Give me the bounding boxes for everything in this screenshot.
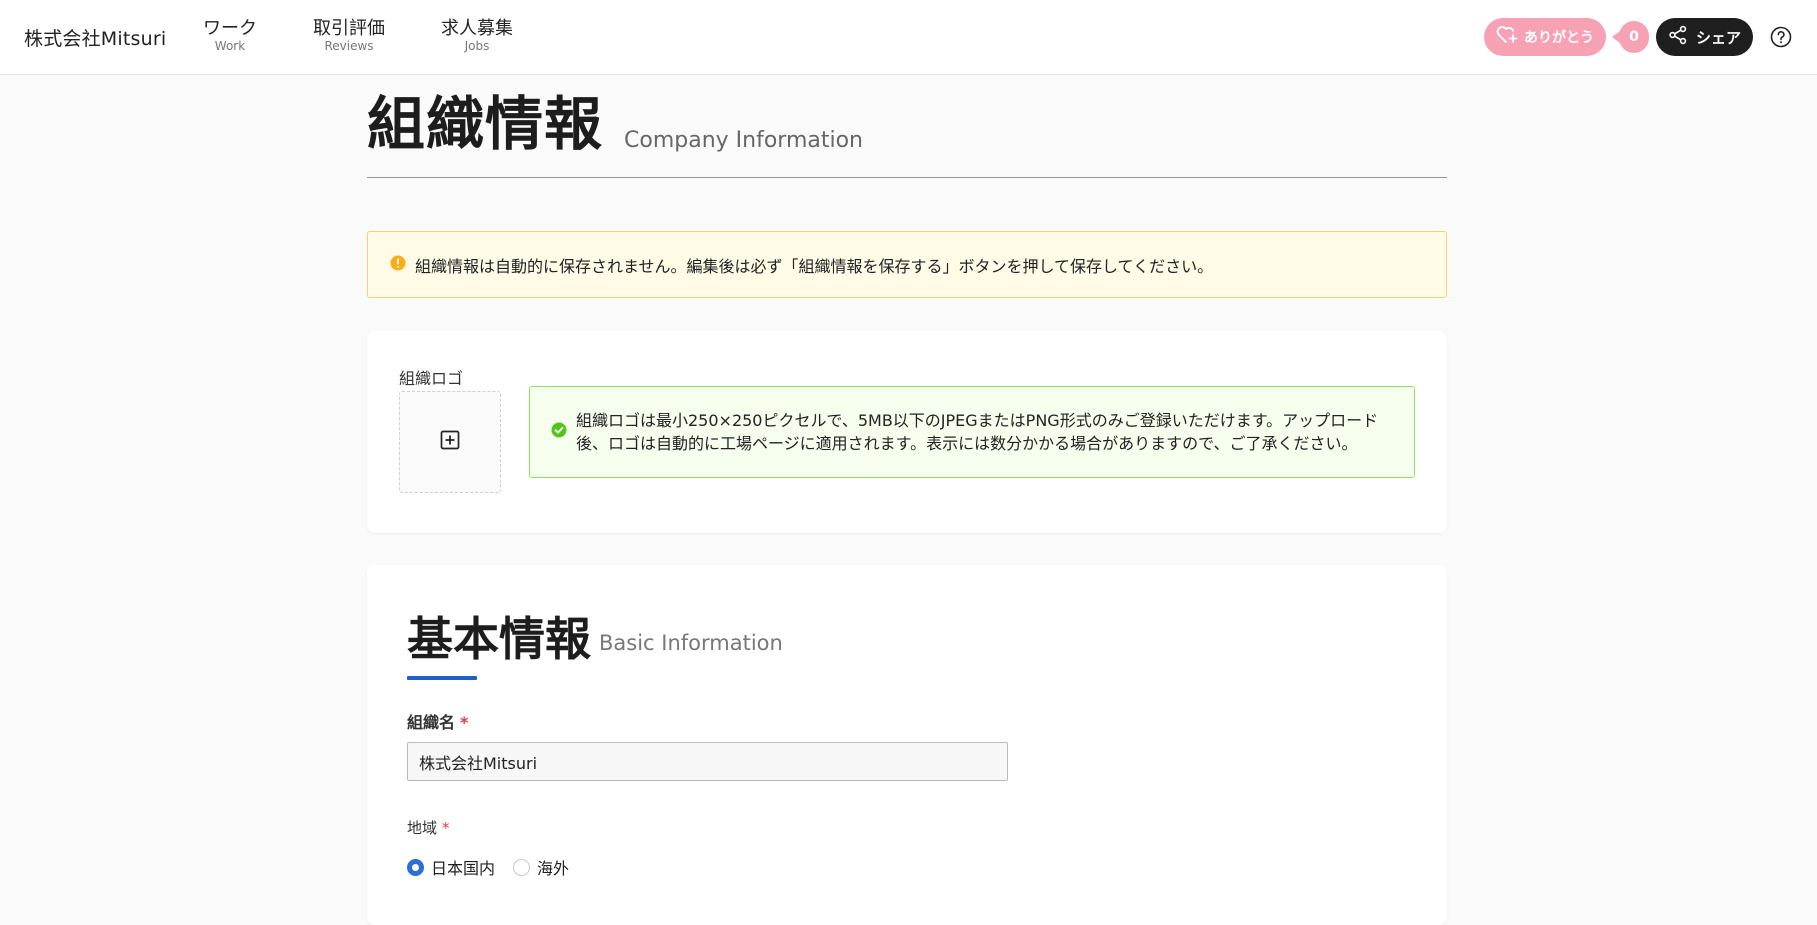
region-label-text: 地域 [407,819,438,837]
radio-dot [513,858,531,876]
brand-name[interactable]: 株式会社Mitsuri [24,24,166,51]
page-title: 組織情報 [367,90,604,158]
section-underline [407,676,477,680]
logo-label: 組織ロゴ [399,369,464,388]
share-label: シェア [1695,28,1741,47]
radio-dot [407,858,424,876]
logo-card: 組織ロゴ 組織ロゴは最小250×250ピクセルで、5MB以下のJPEGまたはPN… [367,331,1447,533]
basic-info-card: 基本情報 Basic Information 組織名* 地域* 日本国内 海外 [367,565,1447,925]
help-icon[interactable] [1770,26,1792,48]
org-name-label-text: 組織名 [407,713,456,732]
top-header: 株式会社Mitsuri ワーク Work 取引評価 Reviews 求人募集 J… [0,0,1817,75]
logo-info-alert: 組織ロゴは最小250×250ピクセルで、5MB以下のJPEGまたはPNG形式のみ… [529,386,1415,478]
page-subtitle: Company Information [624,128,864,153]
check-circle-icon [551,421,567,444]
radio-label: 海外 [537,859,570,878]
title-divider [367,177,1447,178]
nav-item-reviews[interactable]: 取引評価 Reviews [313,16,385,53]
nav-item-jobs[interactable]: 求人募集 Jobs [441,16,513,53]
radio-label: 日本国内 [431,859,496,878]
section-title: 基本情報 [407,612,591,666]
thanks-count-badge: 0 [1612,21,1649,53]
logo-upload-button[interactable] [399,391,501,493]
section-subtitle: Basic Information [599,631,783,655]
logo-info-text: 組織ロゴは最小250×250ピクセルで、5MB以下のJPEGまたはPNG形式のみ… [576,411,1379,453]
thanks-button[interactable]: ありがとう [1484,18,1606,56]
plus-square-icon [440,430,460,454]
heart-plus-icon [1496,25,1518,49]
org-name-label: 組織名 * [407,709,468,733]
region-radio-domestic[interactable]: 日本国内 [407,855,495,879]
save-warning-alert: 組織情報は自動的に保存されません。編集後は必ず「組織情報を保存する」ボタンを押し… [367,231,1447,298]
warning-text: 組織情報は自動的に保存されません。編集後は必ず「組織情報を保存する」ボタンを押し… [415,256,1214,276]
nav-item-work[interactable]: ワーク Work [203,16,257,53]
required-mark: * [442,819,450,837]
share-button[interactable]: シェア [1656,18,1753,56]
exclamation-circle-icon [390,255,406,275]
region-radio-group: 日本国内 海外 [407,855,569,879]
thanks-label: ありがとう [1524,30,1594,46]
region-radio-overseas[interactable]: 海外 [513,855,569,879]
org-name-input[interactable] [407,742,1008,781]
share-icon [1668,25,1688,49]
region-label: 地域 * [407,817,450,838]
required-mark: * [460,713,469,732]
